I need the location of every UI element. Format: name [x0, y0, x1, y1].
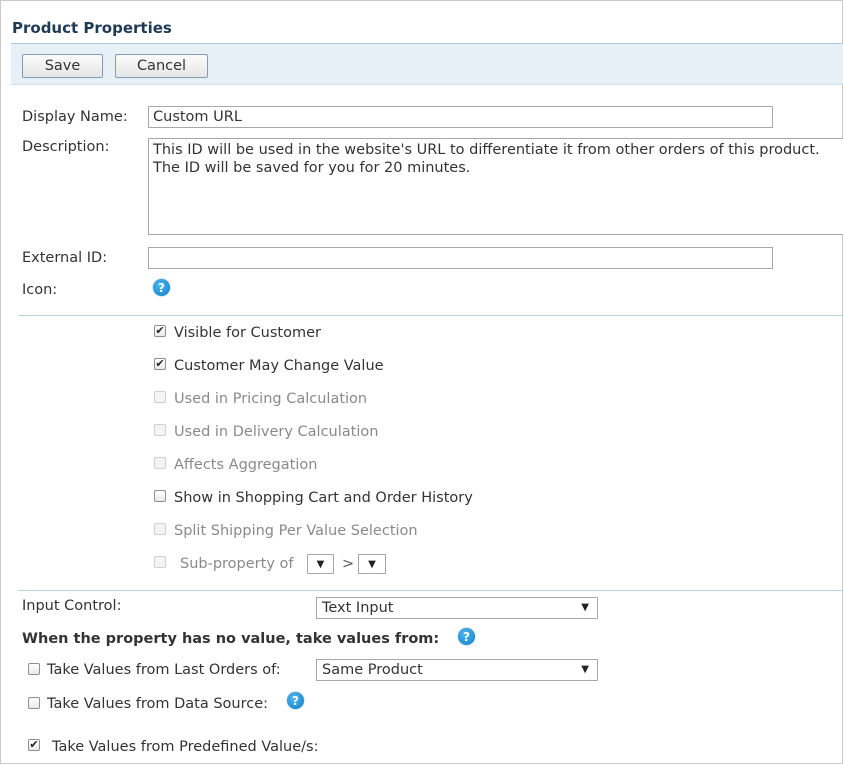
external-id-label: External ID: — [22, 250, 108, 266]
input-control-value: Text Input — [322, 600, 394, 616]
sub-property-label: Sub-property of — [180, 556, 294, 572]
affects-aggregation-checkbox[interactable] — [154, 457, 166, 469]
section-divider — [18, 315, 843, 316]
visible-for-customer-label: Visible for Customer — [174, 325, 321, 341]
question-mark-help-icon[interactable]: ? — [153, 279, 170, 296]
save-button[interactable]: Save — [22, 54, 103, 78]
chevron-down-icon: ▼ — [581, 602, 589, 613]
predefined-values-checkbox[interactable]: ✔ — [28, 739, 40, 751]
show-in-cart-checkbox[interactable] — [154, 490, 166, 502]
display-name-field[interactable]: Custom URL — [148, 106, 773, 128]
customer-may-change-label: Customer May Change Value — [174, 358, 384, 374]
sub-property-separator: > — [342, 556, 355, 572]
display-name-label: Display Name: — [22, 109, 128, 125]
chevron-down-icon: ▼ — [368, 558, 376, 570]
visible-for-customer-checkbox[interactable]: ✔ — [154, 325, 166, 337]
used-in-delivery-label: Used in Delivery Calculation — [174, 424, 379, 440]
affects-aggregation-label: Affects Aggregation — [174, 457, 318, 473]
last-orders-select-value: Same Product — [322, 662, 423, 678]
sub-property-checkbox[interactable] — [154, 556, 166, 568]
data-source-label: Take Values from Data Source: — [47, 696, 269, 712]
split-shipping-label: Split Shipping Per Value Selection — [174, 523, 418, 539]
section-divider — [18, 590, 843, 591]
cancel-button[interactable]: Cancel — [115, 54, 208, 78]
external-id-field[interactable] — [148, 247, 773, 269]
question-mark-help-icon[interactable]: ? — [287, 692, 304, 709]
question-mark-help-icon[interactable]: ? — [458, 628, 475, 645]
chevron-down-icon: ▼ — [316, 558, 325, 570]
predefined-values-label: Take Values from Predefined Value/s: — [52, 739, 319, 755]
description-label: Description: — [22, 139, 110, 155]
chevron-down-icon: ▼ — [581, 664, 589, 675]
used-in-pricing-checkbox[interactable] — [154, 391, 166, 403]
checkmark-icon: ✔ — [155, 324, 165, 337]
toolbar: Save Cancel — [11, 43, 843, 85]
description-textarea[interactable]: This ID will be used in the website's UR… — [148, 138, 843, 235]
sub-property-parent-select[interactable]: ▼ — [307, 554, 334, 574]
last-orders-select[interactable]: Same Product ▼ — [316, 659, 598, 681]
used-in-pricing-label: Used in Pricing Calculation — [174, 391, 368, 407]
last-orders-label: Take Values from Last Orders of: — [47, 662, 281, 678]
checkmark-icon: ✔ — [155, 357, 165, 370]
no-value-heading: When the property has no value, take val… — [22, 631, 440, 647]
input-control-label: Input Control: — [22, 598, 122, 614]
checkmark-icon: ✔ — [29, 738, 39, 751]
page-title: Product Properties — [12, 19, 172, 37]
input-control-select[interactable]: Text Input ▼ — [316, 597, 598, 619]
last-orders-checkbox[interactable] — [28, 663, 40, 675]
show-in-cart-label: Show in Shopping Cart and Order History — [174, 490, 473, 506]
data-source-checkbox[interactable] — [28, 697, 40, 709]
icon-label: Icon: — [22, 282, 58, 298]
customer-may-change-checkbox[interactable]: ✔ — [154, 358, 166, 370]
sub-property-value-select[interactable]: ▼ — [358, 554, 386, 574]
used-in-delivery-checkbox[interactable] — [154, 424, 166, 436]
split-shipping-checkbox[interactable] — [154, 523, 166, 535]
